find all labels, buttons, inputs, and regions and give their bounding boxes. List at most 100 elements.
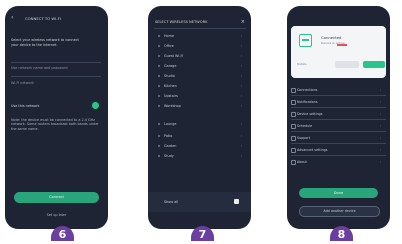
instruction-line: Select your wireless network to connect <box>11 38 79 42</box>
network-item[interactable]: Studio › <box>158 72 246 80</box>
toggle-label: Use this network <box>11 104 40 108</box>
card-secondary-button[interactable] <box>335 61 359 68</box>
menu-label: Connections <box>297 88 318 92</box>
network-name: Home <box>164 34 175 38</box>
network-item[interactable]: Guest Wi-Fi › <box>158 52 246 60</box>
set-up-later-link[interactable]: Set up later <box>14 211 99 219</box>
chevron-right-icon: › <box>240 34 242 38</box>
card-details: Details <box>297 62 307 66</box>
menu-label: About <box>297 160 307 164</box>
back-arrow-icon[interactable]: ‹ <box>11 15 15 21</box>
menu-label: Support <box>297 136 311 140</box>
menu-item[interactable]: About › <box>291 158 383 166</box>
bullet-icon <box>158 35 160 37</box>
divider <box>291 131 386 132</box>
divider <box>11 62 101 63</box>
divider <box>291 119 386 120</box>
menu-item[interactable]: Advanced settings › <box>291 146 383 154</box>
bullet-icon <box>158 95 160 97</box>
show-all-label: Show all <box>164 200 179 204</box>
network-item[interactable]: Kitchen › <box>158 82 246 90</box>
chevron-right-icon: › <box>240 104 242 108</box>
chevron-right-icon: › <box>240 122 242 126</box>
menu-icon <box>291 88 296 93</box>
chevron-right-icon: › <box>240 84 242 88</box>
network-item[interactable]: Home › <box>158 32 246 40</box>
close-icon[interactable]: × <box>241 19 245 25</box>
bullet-icon <box>158 135 160 137</box>
network-name: Lounge <box>164 122 177 126</box>
phone-screen-6: ‹ CONNECT TO WI-FI Select your wireless … <box>5 6 108 229</box>
chevron-right-icon: › <box>379 100 381 104</box>
network-name: Office <box>164 44 174 48</box>
bullet-icon <box>158 55 160 57</box>
menu-item[interactable]: Connections › <box>291 86 383 94</box>
menu-icon <box>291 160 296 165</box>
phone-screen-7: SELECT WIRELESS NETWORK × Home › Office › … <box>148 6 251 229</box>
chevron-right-icon: › <box>240 54 242 58</box>
network-item[interactable]: Lounge › <box>158 120 246 128</box>
checkbox-icon[interactable] <box>234 199 239 204</box>
network-name: Garden <box>164 144 177 148</box>
network-item[interactable]: Workshop › <box>158 102 246 110</box>
bullet-icon <box>158 145 160 147</box>
screen-title: CONNECT TO WI-FI <box>25 16 61 21</box>
network-item[interactable]: Garden › <box>158 142 246 150</box>
field-label: Use network name and password <box>11 66 68 70</box>
network-name: Workshop <box>164 104 181 108</box>
info-text: Note: the device must be connected to a … <box>11 118 99 131</box>
network-item[interactable]: Study › <box>158 152 246 160</box>
menu-icon <box>291 112 296 117</box>
chevron-right-icon: › <box>240 74 242 78</box>
network-item[interactable]: Patio › <box>158 132 246 140</box>
menu-label: Device settings <box>297 112 323 116</box>
card-primary-button[interactable] <box>363 61 385 68</box>
menu-icon <box>291 124 296 129</box>
chevron-right-icon: › <box>379 148 381 152</box>
bullet-icon <box>158 155 160 157</box>
menu-label: Schedule <box>297 124 313 128</box>
network-name: Kitchen <box>164 84 177 88</box>
network-item[interactable]: Office › <box>158 42 246 50</box>
menu-icon <box>291 136 296 141</box>
chevron-right-icon: › <box>379 112 381 116</box>
divider <box>291 143 386 144</box>
chevron-right-icon: › <box>379 124 381 128</box>
menu-item[interactable]: Support › <box>291 134 383 142</box>
field-label: Wi-Fi network <box>11 81 34 85</box>
add-device-button[interactable]: Add another device <box>299 206 380 217</box>
network-name: Guest Wi-Fi <box>164 54 184 58</box>
network-toggle[interactable] <box>91 101 100 110</box>
menu-item[interactable]: Schedule › <box>291 122 383 130</box>
divider <box>11 76 101 77</box>
divider <box>154 28 246 29</box>
menu-icon <box>291 100 296 105</box>
status-card: Connected Device is online Details <box>291 26 386 78</box>
divider <box>291 107 386 108</box>
bullet-icon <box>158 75 160 77</box>
chevron-right-icon: › <box>379 160 381 164</box>
done-button[interactable]: Done <box>299 188 378 198</box>
bullet-icon <box>158 65 160 67</box>
menu-label: Advanced settings <box>297 148 328 152</box>
network-name: Garage <box>164 64 177 68</box>
bullet-icon <box>158 45 160 47</box>
chevron-right-icon: › <box>240 44 242 48</box>
network-item[interactable]: Garage › <box>158 62 246 70</box>
wifi-logo-icon <box>299 34 312 47</box>
menu-item[interactable]: Device settings › <box>291 110 383 118</box>
network-name: Upstairs <box>164 94 178 98</box>
network-item[interactable]: Upstairs › <box>158 92 246 100</box>
network-name: Studio <box>164 74 175 78</box>
chevron-right-icon: › <box>379 88 381 92</box>
menu-item[interactable]: Notifications › <box>291 98 383 106</box>
chevron-right-icon: › <box>379 136 381 140</box>
connect-button[interactable]: Connect <box>14 192 99 203</box>
screen-title: SELECT WIRELESS NETWORK <box>155 20 208 24</box>
chevron-right-icon: › <box>240 154 242 158</box>
chevron-right-icon: › <box>240 64 242 68</box>
divider <box>291 95 386 96</box>
network-name: Study <box>164 154 174 158</box>
instruction-line: your device to the internet. <box>11 43 58 47</box>
network-name: Patio <box>164 134 173 138</box>
